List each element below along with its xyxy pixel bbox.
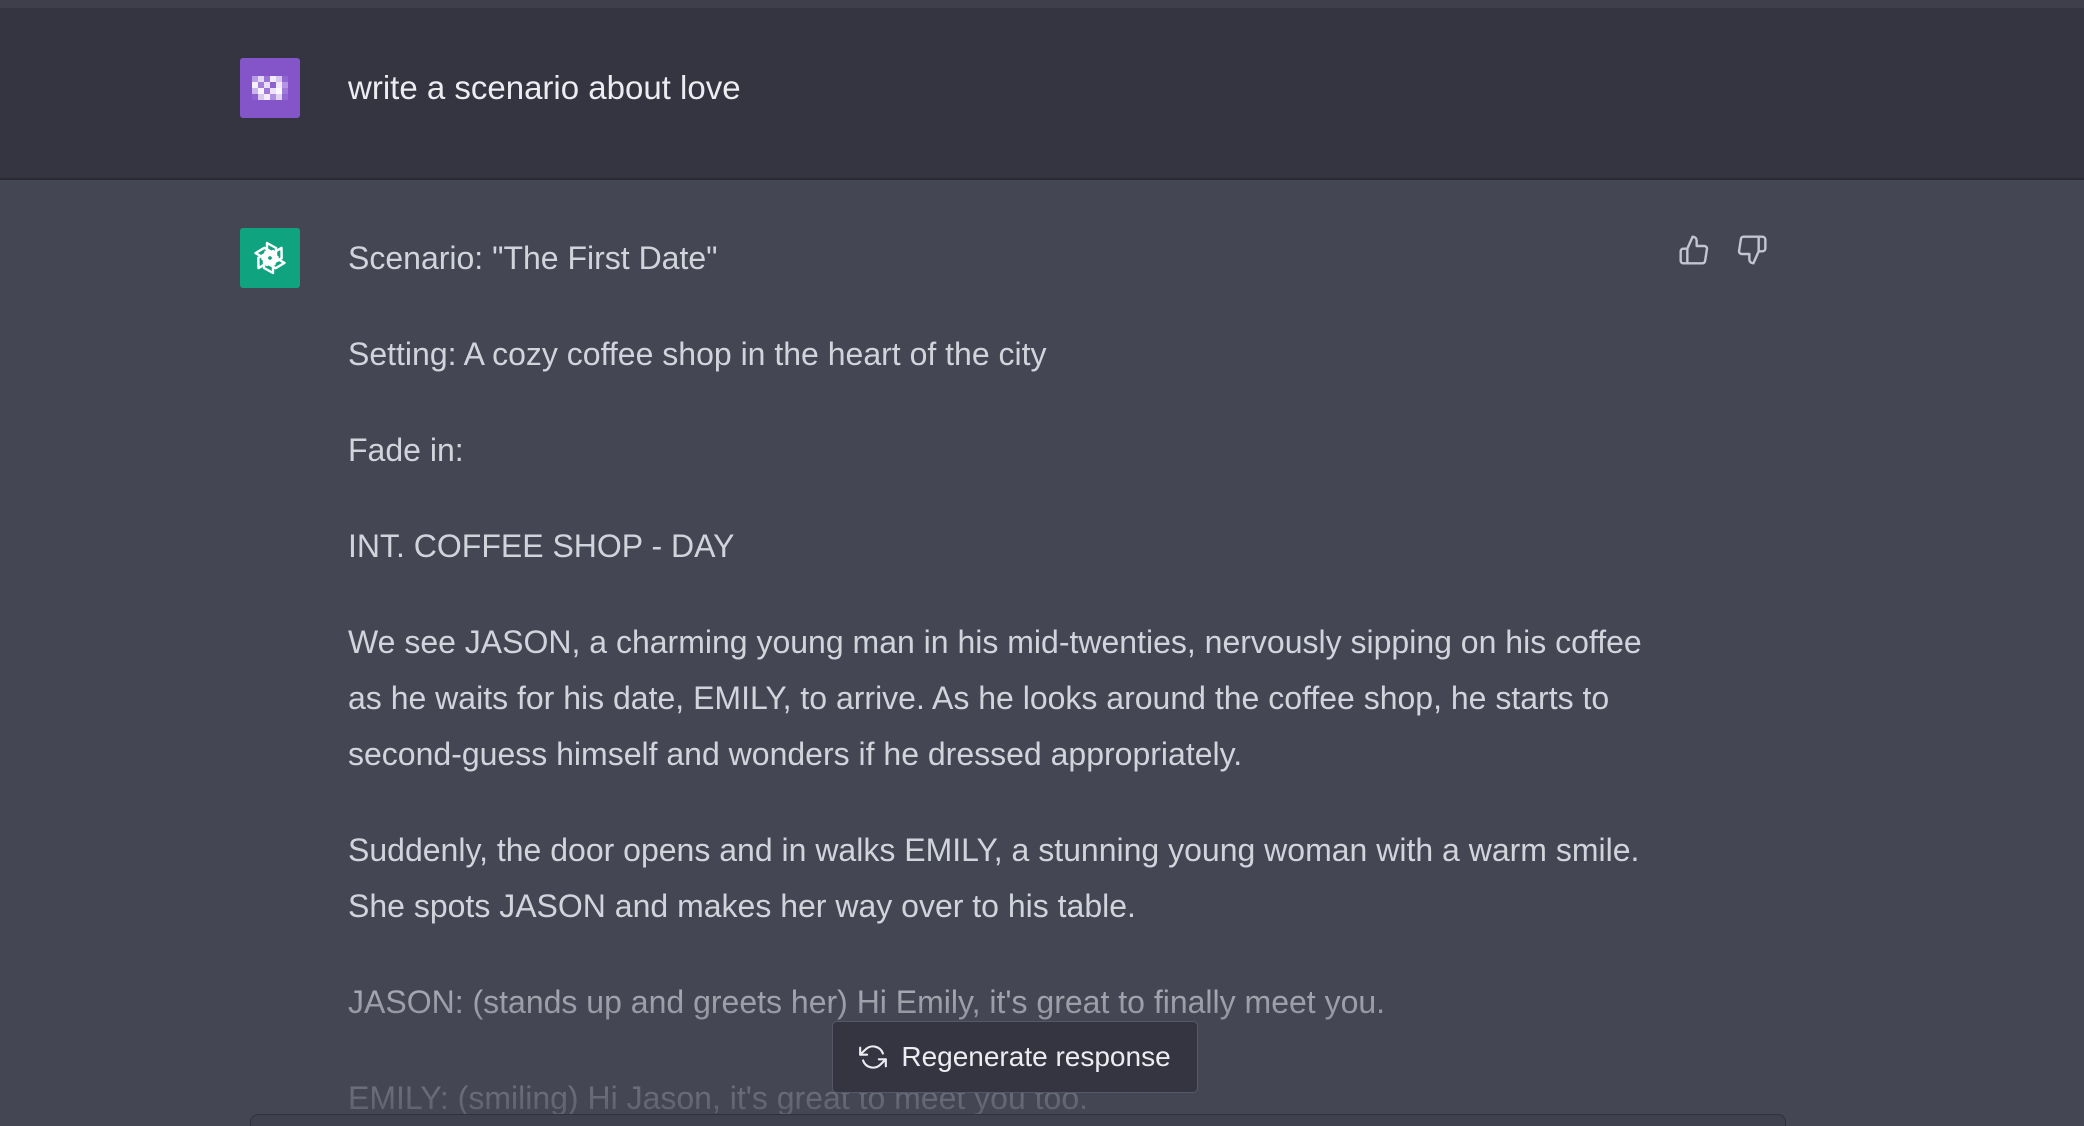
- regenerate-label: Regenerate response: [901, 1041, 1171, 1072]
- user-avatar-icon: [240, 58, 300, 118]
- thumbs-down-button[interactable]: [1734, 232, 1770, 268]
- feedback-buttons: [1676, 232, 1770, 268]
- assistant-message-text: Scenario: "The First Date" Setting: A co…: [348, 230, 1668, 1126]
- fade-in-line: Fade in:: [348, 432, 464, 468]
- user-message-row: write a scenario about love: [0, 8, 2084, 180]
- regenerate-response-button[interactable]: Regenerate response: [832, 1021, 1198, 1093]
- openai-logo-icon: [240, 228, 300, 288]
- scene-heading: INT. COFFEE SHOP - DAY: [348, 528, 735, 564]
- refresh-icon: [859, 1045, 888, 1069]
- thumbs-up-button[interactable]: [1676, 232, 1712, 268]
- chat-page: write a scenario about love Scenario: "T…: [0, 0, 2084, 1126]
- paragraph-emily-arrives: Suddenly, the door opens and in walks EM…: [348, 832, 1640, 924]
- thumbs-up-icon: [1679, 235, 1709, 265]
- thumbs-down-icon: [1737, 235, 1767, 265]
- pixelated-avatar: [252, 76, 288, 100]
- message-input-edge[interactable]: [250, 1114, 1786, 1126]
- user-message-text: write a scenario about love: [348, 69, 741, 106]
- top-strip: [0, 0, 2084, 8]
- paragraph-jason-intro: We see JASON, a charming young man in hi…: [348, 624, 1642, 772]
- setting-line: Setting: A cozy coffee shop in the heart…: [348, 336, 1047, 372]
- scenario-title: Scenario: "The First Date": [348, 240, 718, 276]
- assistant-message-row: Scenario: "The First Date" Setting: A co…: [0, 180, 2084, 1126]
